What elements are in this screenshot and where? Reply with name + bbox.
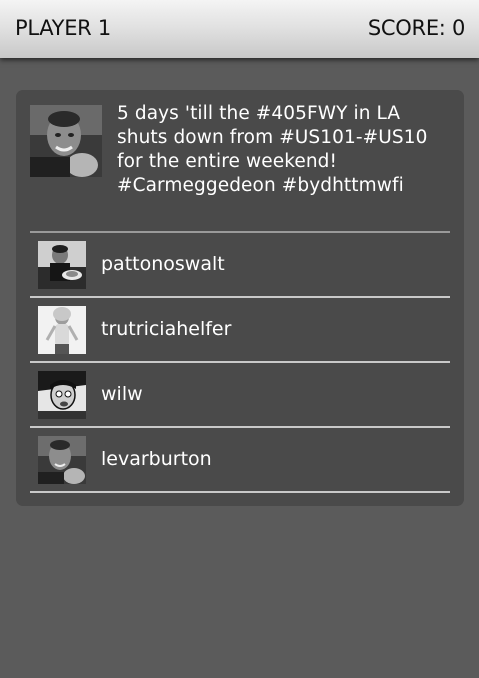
option-username: levarburton [101,448,212,470]
player-label: PLAYER 1 [15,16,111,40]
wilw-cartoon-avatar-icon [38,371,86,419]
option-username: wilw [101,383,143,405]
score-label: SCORE: 0 [367,16,465,40]
tricia-avatar-icon [38,306,86,354]
patton-avatar-icon [38,241,86,289]
tweet-author-avatar [30,105,102,177]
levar-avatar-icon [38,436,86,484]
option-pattonoswalt[interactable]: pattonoswalt [30,233,450,298]
option-trutriciahelfer[interactable]: trutriciahelfer [30,298,450,363]
tweet-text: 5 days 'till the #405FWY in LA shuts dow… [117,103,428,196]
option-username: trutriciahelfer [101,318,232,340]
option-wilw[interactable]: wilw [30,363,450,428]
answer-options-list: pattonoswalt trutriciahelfer wilw levarb… [30,231,450,493]
top-bar: PLAYER 1 SCORE: 0 [0,0,479,58]
question-card: 5 days 'till the #405FWY in LA shuts dow… [16,90,464,506]
option-username: pattonoswalt [101,253,225,275]
option-levarburton[interactable]: levarburton [30,428,450,493]
